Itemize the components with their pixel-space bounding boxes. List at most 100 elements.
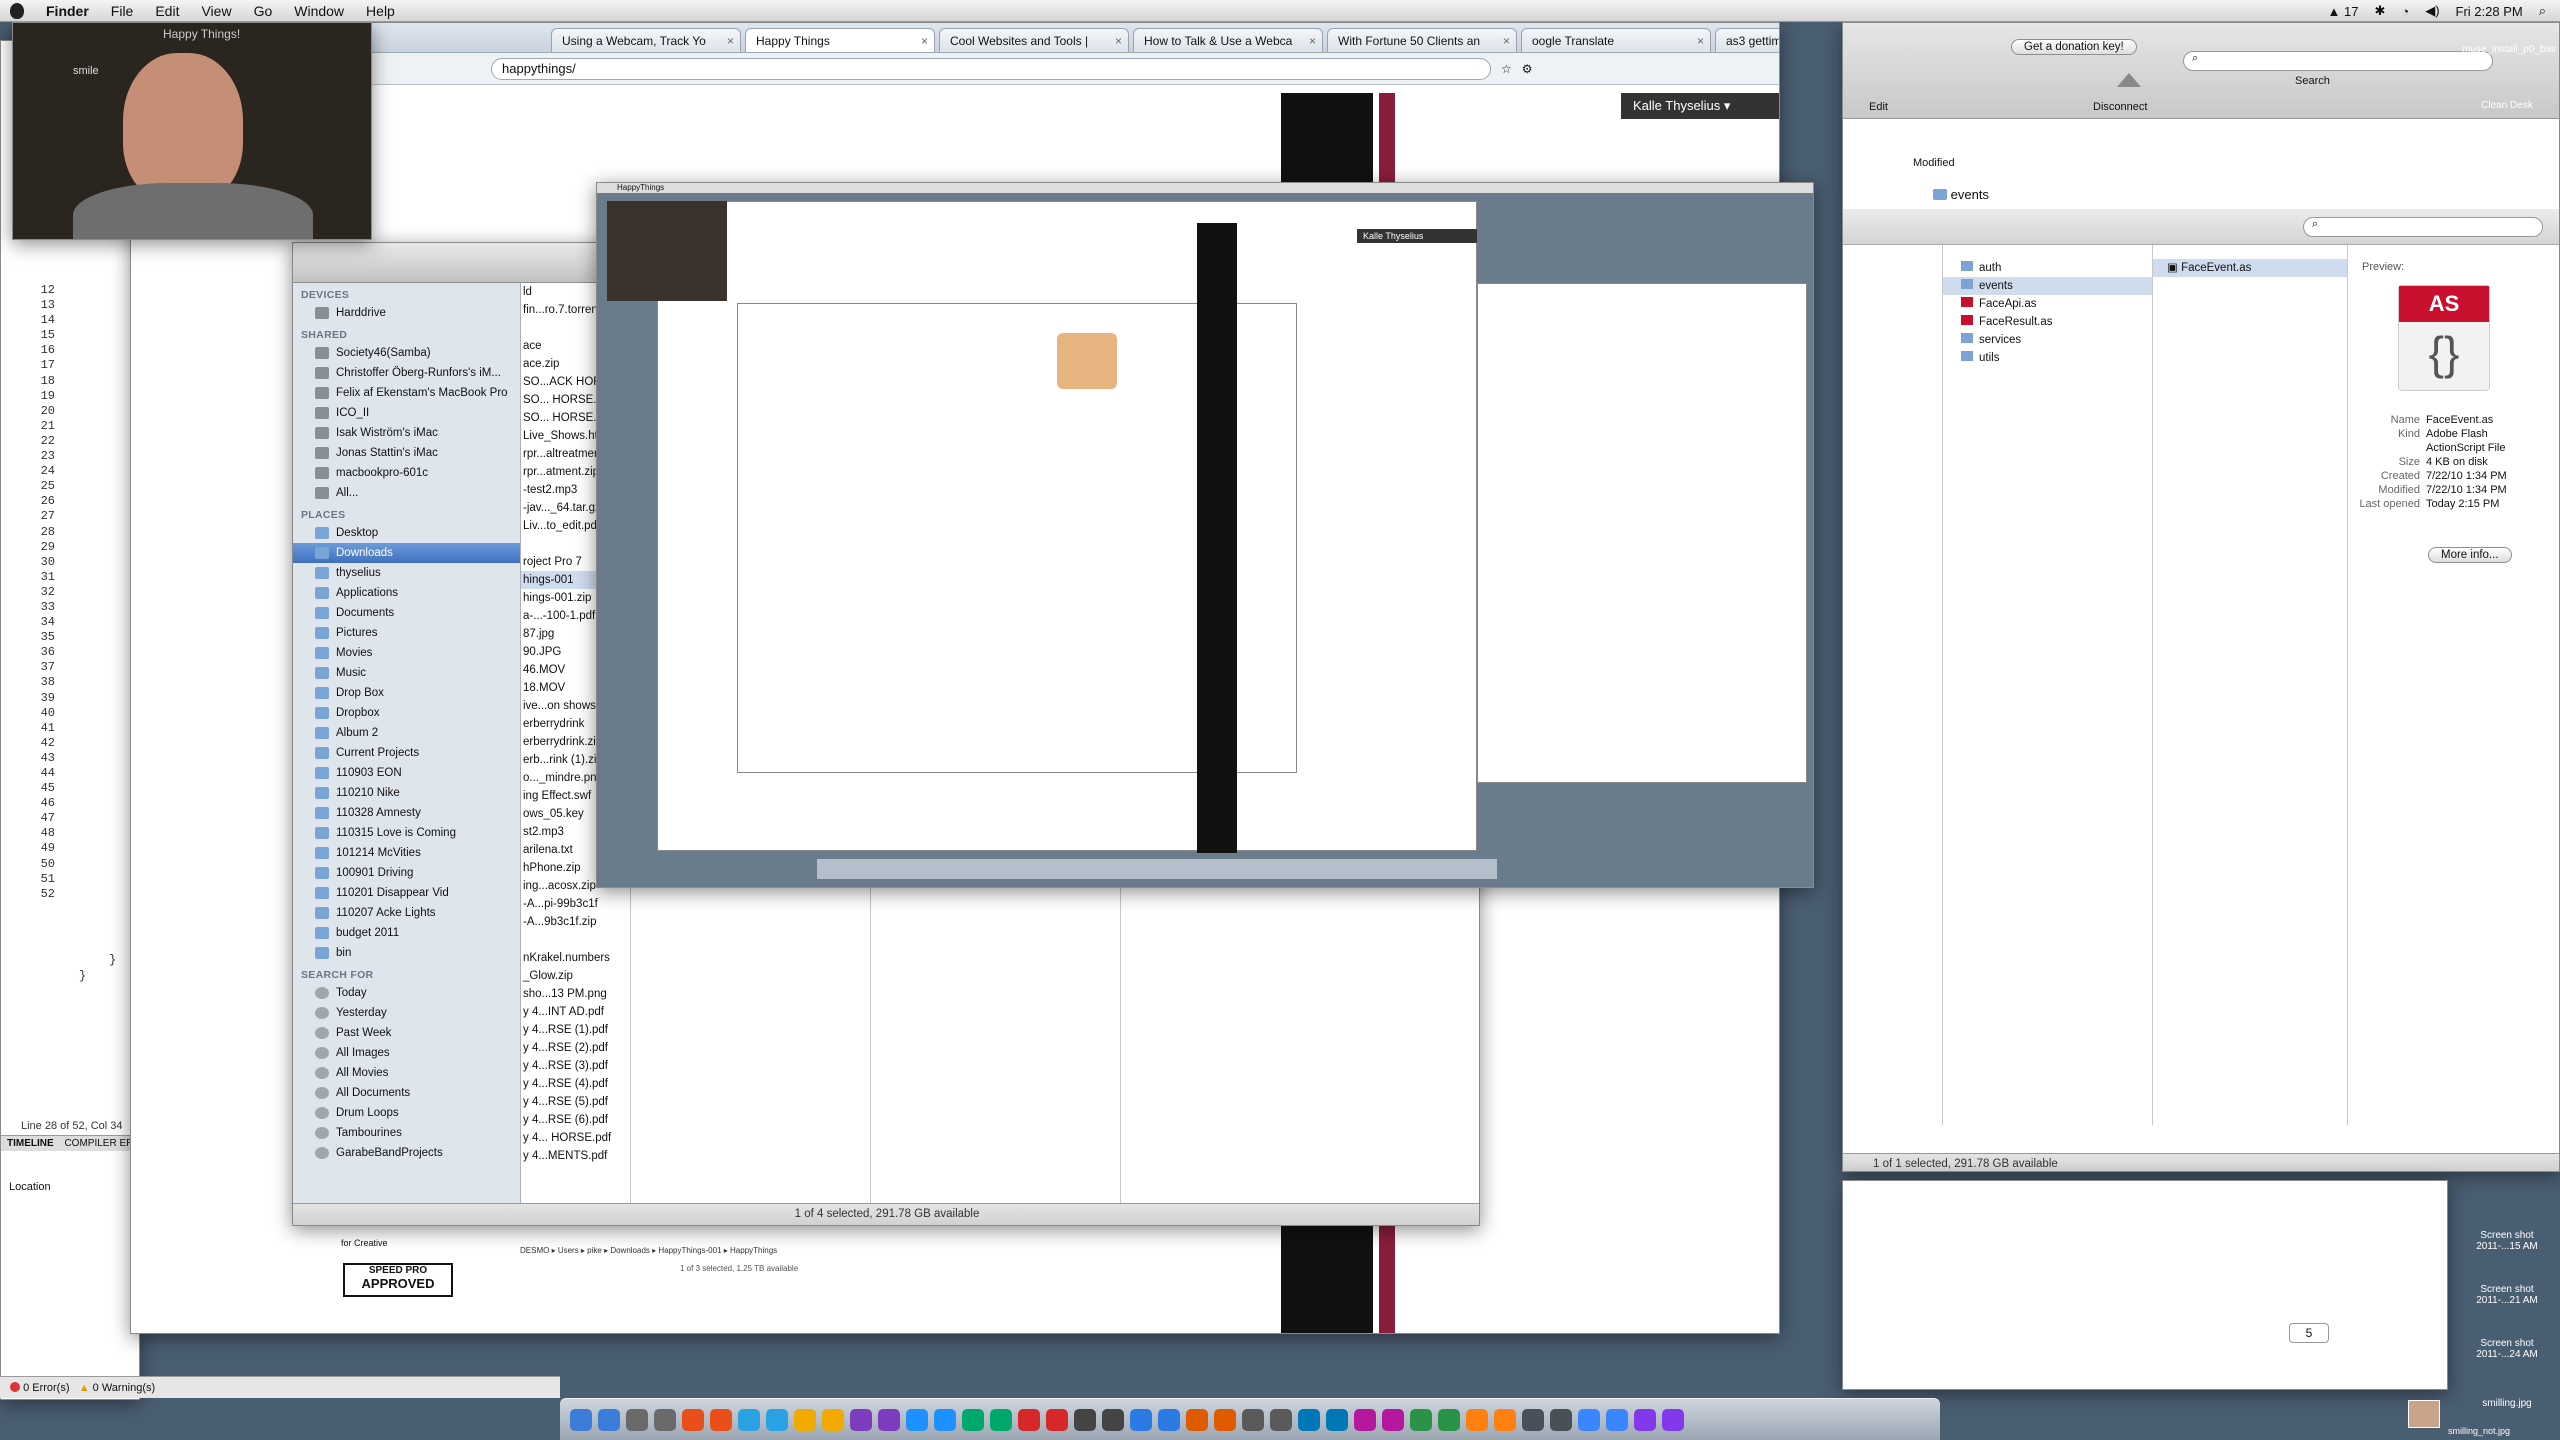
tab-timeline[interactable]: TIMELINE [1,1138,54,1149]
dock-app-icon[interactable] [626,1408,648,1431]
dock-app-icon[interactable] [1494,1408,1516,1431]
file-faceevent[interactable]: ▣ FaceEvent.as [2153,259,2347,277]
file-row[interactable]: nKrakel.numbers [521,949,630,967]
browser-tab[interactable]: oogle Translate × [1521,28,1711,52]
browser-tab[interactable]: as3 gettimer – Sök på× [1715,28,1779,52]
desktop-screenshot-icon[interactable]: Screen shot 2011-...24 AM [2462,1338,2552,1360]
file-row[interactable]: y 4...RSE (6).pdf [521,1111,630,1129]
sidebar-item[interactable]: Drop Box [293,683,520,703]
sidebar-item[interactable]: Isak Wiström's iMac [293,423,520,443]
dock-app-icon[interactable] [1046,1408,1068,1431]
disconnect-label[interactable]: Disconnect [2093,101,2147,113]
apple-menu-icon[interactable] [10,2,24,19]
dock-app-icon[interactable] [738,1408,760,1431]
sidebar-item[interactable]: 101214 McVities [293,843,520,863]
parent-column[interactable] [1843,245,1943,1125]
desktop-icon[interactable]: 457NF_D8 [2462,156,2552,167]
sidebar-item[interactable]: Music [293,663,520,683]
dock-app-icon[interactable] [962,1408,984,1431]
folder-row[interactable]: auth [1943,259,2152,277]
dock-app-icon[interactable] [1438,1408,1460,1431]
dock-app-icon[interactable] [990,1408,1012,1431]
desktop-screenshot-icon[interactable]: Screen shot 2011-...21 AM [2462,1284,2552,1306]
dock-app-icon[interactable] [1382,1408,1404,1431]
close-tab-icon[interactable]: × [1503,29,1510,52]
dock-app-icon[interactable] [1102,1408,1124,1431]
dock-app-icon[interactable] [1214,1408,1236,1431]
search-field[interactable]: ⌕ [2183,51,2493,71]
dock-app-icon[interactable] [654,1408,676,1431]
bookmark-star-icon[interactable]: ☆ [1501,62,1512,76]
dock-app-icon[interactable] [1550,1408,1572,1431]
file-row[interactable] [521,931,630,949]
dock-app-icon[interactable] [570,1408,592,1431]
menu-view[interactable]: View [201,3,231,19]
right-search-field[interactable]: ⌕ [2303,217,2543,237]
folder-row[interactable]: FaceResult.as [1943,313,2152,331]
browser-tab[interactable]: Happy Things × [745,28,935,52]
desktop-screenshot-icon[interactable]: Screen shot 2011-...15 AM [2462,1230,2552,1252]
folder-row[interactable]: utils [1943,349,2152,367]
sidebar-item[interactable]: 110207 Acke Lights [293,903,520,923]
file-row[interactable]: -A...pi-99b3c1f [521,895,630,913]
dock-app-icon[interactable] [878,1408,900,1431]
menu-help[interactable]: Help [366,3,395,19]
file-row[interactable]: sho...13 PM.png [521,985,630,1003]
dock-app-icon[interactable] [1130,1408,1152,1431]
sidebar-item[interactable]: 110201 Disappear Vid [293,883,520,903]
more-info-button[interactable]: More info... [2428,547,2512,563]
sidebar-item[interactable]: Past Week [293,1023,520,1043]
browser-tab[interactable]: Using a Webcam, Track Yo × [551,28,741,52]
dock-app-icon[interactable] [794,1408,816,1431]
dock-app-icon[interactable] [1298,1408,1320,1431]
menu-go[interactable]: Go [254,3,273,19]
sidebar-item[interactable]: Dropbox [293,703,520,723]
files-column[interactable]: ▣ FaceEvent.as [2153,245,2348,1125]
sidebar-item[interactable]: Documents [293,603,520,623]
dock-app-icon[interactable] [710,1408,732,1431]
menu-app-name[interactable]: Finder [46,3,89,19]
menu-file[interactable]: File [111,3,134,19]
sidebar-item[interactable]: All Movies [293,1063,520,1083]
close-tab-icon[interactable]: × [921,29,928,52]
browser-tab[interactable]: Cool Websites and Tools | × [939,28,1129,52]
menu-window[interactable]: Window [294,3,344,19]
desktop-icon[interactable]: Clean Desk [2462,100,2552,111]
file-row[interactable]: _Glow.zip [521,967,630,985]
dock-app-icon[interactable] [1186,1408,1208,1431]
path-segment[interactable]: HappyThings [730,1246,777,1255]
sidebar-item[interactable]: All Documents [293,1083,520,1103]
sidebar-item[interactable]: All Images [293,1043,520,1063]
dock-app-icon[interactable] [1410,1408,1432,1431]
sidebar-item[interactable]: All... [293,483,520,503]
path-segment[interactable]: Downloads [610,1246,650,1255]
folder-row[interactable]: services [1943,331,2152,349]
desktop-icon[interactable]: muse_install_p0_bair [2462,44,2557,55]
close-tab-icon[interactable]: × [1115,29,1122,52]
dock-app-icon[interactable] [906,1408,928,1431]
sidebar-item[interactable]: Drum Loops [293,1103,520,1123]
close-tab-icon[interactable]: × [1309,29,1316,52]
dock-app-icon[interactable] [1354,1408,1376,1431]
wifi-icon[interactable]: ◔ [2401,4,2409,19]
sidebar-item[interactable]: Downloads [293,543,520,563]
events-column[interactable]: auth events FaceApi.as FaceResult.as service… [1943,245,2153,1125]
spotlight-icon[interactable]: ⌕ [2539,3,2546,19]
sidebar-item[interactable]: macbookpro-601c [293,463,520,483]
path-segment[interactable]: HappyThings-001 [658,1246,721,1255]
sidebar-item[interactable]: Applications [293,583,520,603]
sidebar-item[interactable]: Christoffer Öberg-Runfors's iM... [293,363,520,383]
dock-app-icon[interactable] [822,1408,844,1431]
dock-app-icon[interactable] [598,1408,620,1431]
tab-compiler-errors[interactable]: COMPILER ERR [56,1138,139,1149]
dock-app-icon[interactable] [1606,1408,1628,1431]
sidebar-item[interactable]: Album 2 [293,723,520,743]
dock-app-icon[interactable] [1578,1408,1600,1431]
file-row[interactable]: -A...9b3c1f.zip [521,913,630,931]
dock-app-icon[interactable] [1326,1408,1348,1431]
file-row[interactable]: y 4...RSE (5).pdf [521,1093,630,1111]
file-row[interactable]: y 4...RSE (4).pdf [521,1075,630,1093]
dock-app-icon[interactable] [1074,1408,1096,1431]
edit-label[interactable]: Edit [1869,101,1888,113]
folder-row[interactable]: events [1943,277,2152,295]
